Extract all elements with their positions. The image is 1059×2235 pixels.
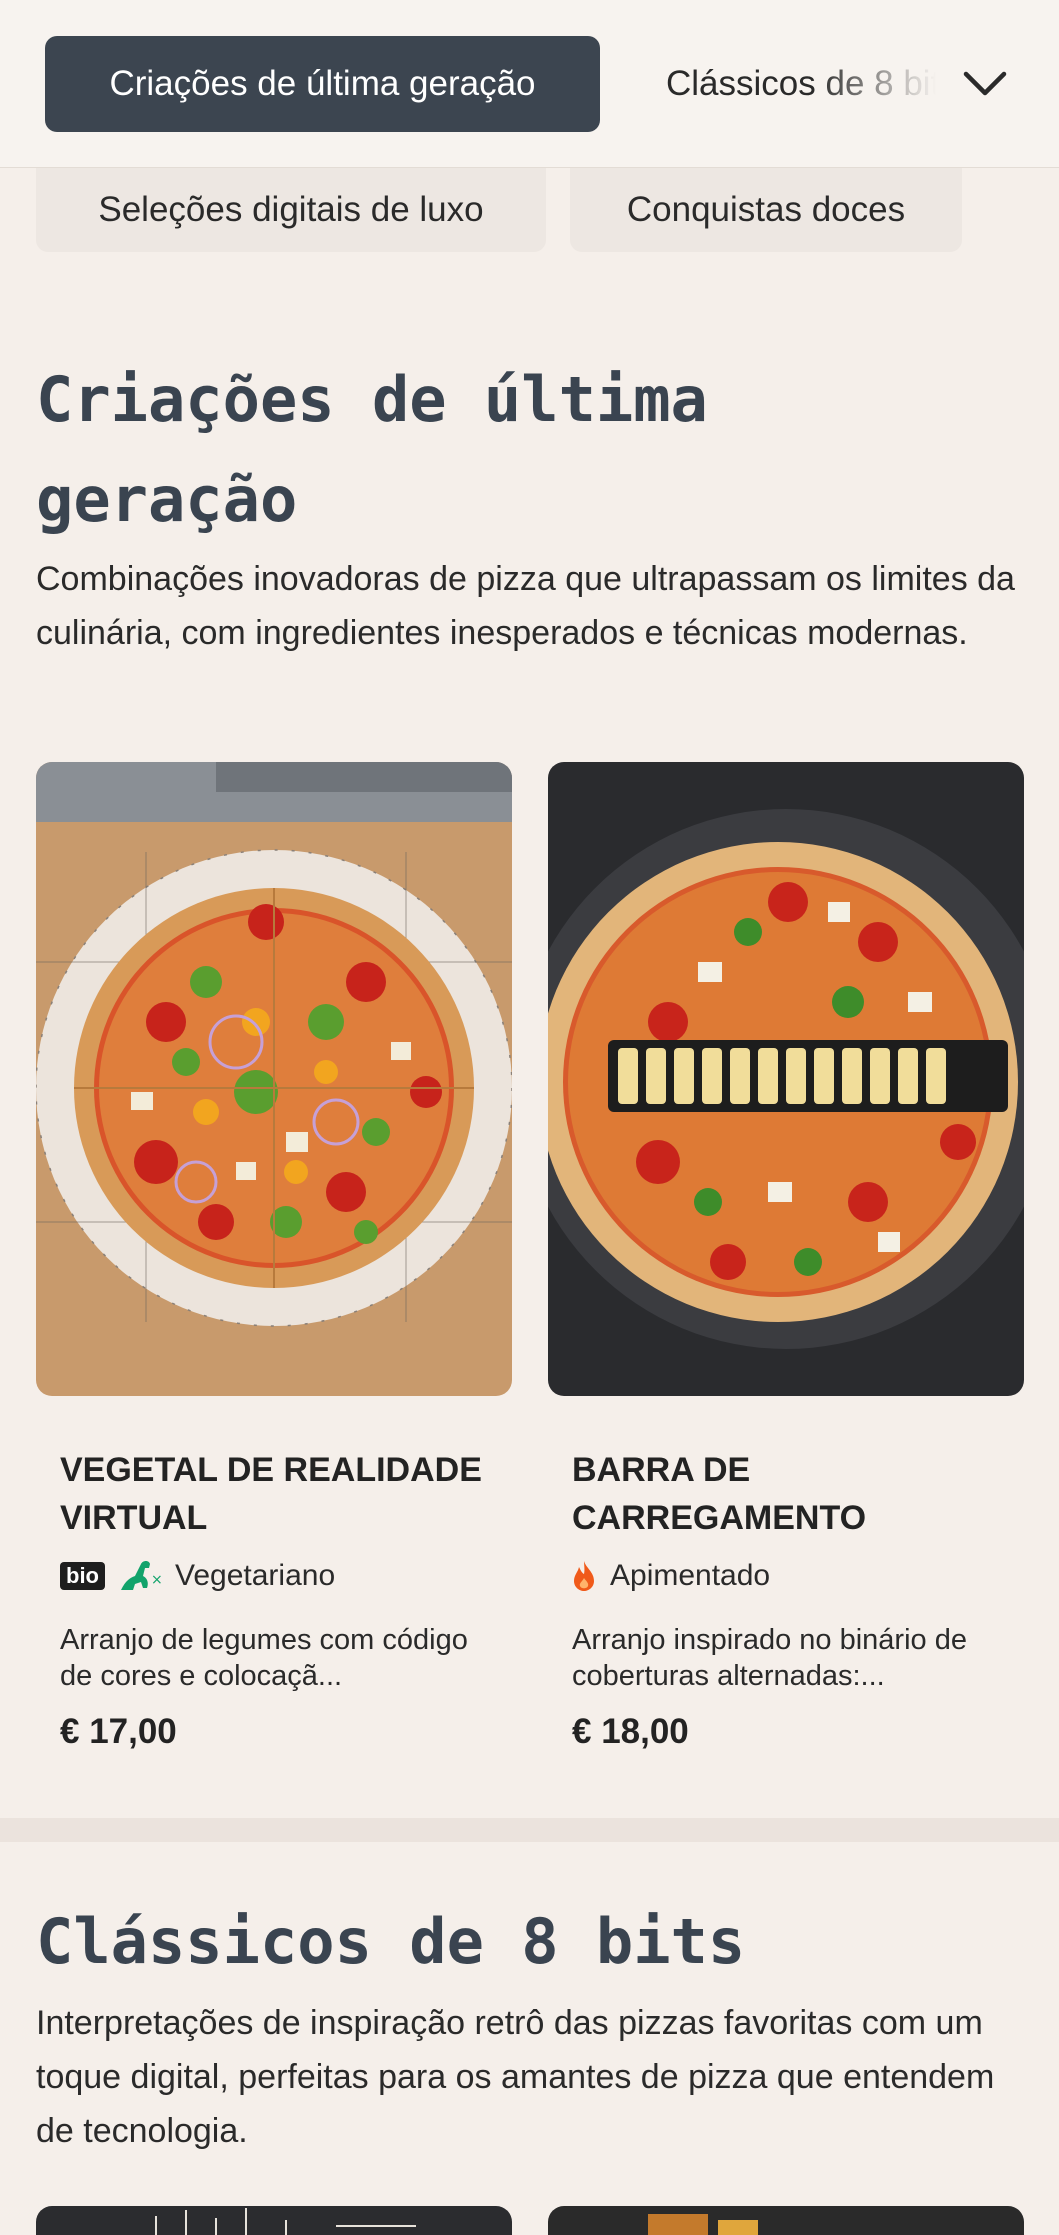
tag-label: Apimentado xyxy=(610,1559,771,1592)
product-name: Vegetal de realidade virtual xyxy=(60,1451,482,1537)
product-card[interactable]: Vegetal de realidade virtual bio × Veget… xyxy=(36,762,512,1752)
tab-selecoes-digitais[interactable]: Seleções digitais de luxo xyxy=(36,168,546,252)
svg-text:×: × xyxy=(151,1572,161,1588)
chevron-down-icon xyxy=(963,71,1007,96)
pizza-image[interactable] xyxy=(548,2206,1024,2235)
pizza-image[interactable] xyxy=(36,2206,512,2235)
flame-icon xyxy=(574,1561,594,1591)
section-description: Interpretações de inspiração retrô das p… xyxy=(36,2004,995,2150)
section-title: Clássicos de 8 bits xyxy=(36,1905,746,1978)
product-tags: Apimentado xyxy=(572,1556,1000,1596)
dinosaur-icon: × xyxy=(121,1561,161,1590)
section-title: Criações de última geração xyxy=(36,363,708,536)
tag-label: Vegetariano xyxy=(175,1559,336,1592)
tab-classicos[interactable]: Clássicos de 8 bits xyxy=(666,36,936,132)
tab-criacoes[interactable]: Criações de última geração xyxy=(45,36,600,132)
product-description: Arranjo de legumes com código de cores e… xyxy=(60,1624,468,1692)
pizza-image[interactable] xyxy=(548,762,1024,1396)
pizza-image[interactable] xyxy=(36,762,512,1396)
product-price: € 18,00 xyxy=(572,1712,689,1751)
tab-conquistas-doces[interactable]: Conquistas doces xyxy=(570,168,962,252)
section-description: Combinações inovadoras de pizza que ultr… xyxy=(36,560,1015,652)
category-nav: Criações de última geração Clássicos de … xyxy=(0,0,1059,168)
categories-dropdown-button[interactable] xyxy=(955,56,1015,112)
product-tags: bio × Vegetariano xyxy=(60,1556,488,1596)
section-divider xyxy=(0,1818,1059,1842)
product-card[interactable]: Barra de carregamento Apimentado Arranjo… xyxy=(548,762,1024,1752)
product-price: € 17,00 xyxy=(60,1712,177,1751)
product-name: Barra de carregamento xyxy=(572,1451,867,1537)
product-description: Arranjo inspirado no binário de cobertur… xyxy=(572,1624,967,1692)
category-subtabs: Seleções digitais de luxo Conquistas doc… xyxy=(0,168,1059,252)
bio-badge: bio xyxy=(60,1562,105,1590)
